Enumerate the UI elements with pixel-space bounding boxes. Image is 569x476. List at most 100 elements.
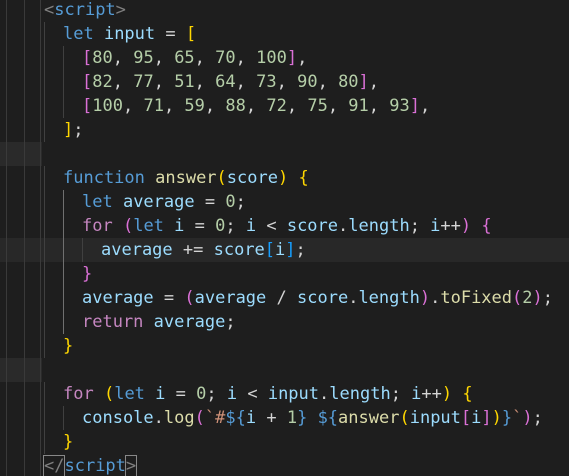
code-text: [100, 71, 59, 88, 72, 75, 91, 93], bbox=[82, 94, 430, 118]
code-token: , bbox=[235, 72, 257, 92]
code-line-19[interactable]: } bbox=[0, 430, 569, 454]
code-line-13[interactable]: average = (average / score.length).toFix… bbox=[0, 286, 569, 310]
code-token: `# bbox=[204, 408, 226, 428]
code-line-11[interactable]: average += score[i]; bbox=[0, 238, 569, 262]
indent-guide bbox=[63, 70, 64, 94]
code-line-1[interactable]: <script> bbox=[0, 0, 569, 22]
code-line-17[interactable]: for (let i = 0; i < input.length; i++) { bbox=[0, 382, 569, 406]
code-line-2[interactable]: let input = [ bbox=[0, 22, 569, 46]
code-line-8[interactable]: function answer(score) { bbox=[0, 166, 569, 190]
code-token: answer bbox=[338, 408, 400, 428]
code-line-15[interactable]: } bbox=[0, 334, 569, 358]
code-line-5[interactable]: [100, 71, 59, 88, 72, 75, 91, 93], bbox=[0, 94, 569, 118]
indent-guide bbox=[44, 286, 45, 310]
code-token: = bbox=[155, 24, 186, 44]
code-token: ( bbox=[103, 384, 115, 404]
code-token: ; bbox=[73, 120, 84, 140]
code-text: [82, 77, 51, 64, 73, 90, 80], bbox=[82, 70, 379, 94]
code-token: ++ bbox=[440, 216, 461, 236]
code-token: ; bbox=[225, 216, 246, 236]
code-token: { bbox=[298, 168, 309, 188]
indent-guide bbox=[44, 238, 45, 262]
code-line-9[interactable]: let average = 0; bbox=[0, 190, 569, 214]
code-token: [ bbox=[82, 72, 93, 92]
code-token: average bbox=[194, 288, 267, 308]
indent-guide bbox=[63, 310, 64, 334]
code-token: = bbox=[194, 192, 226, 212]
code-line-20[interactable]: </script> bbox=[0, 454, 569, 476]
code-token: = bbox=[184, 216, 216, 236]
indent-guide bbox=[44, 406, 45, 430]
code-token: ) bbox=[277, 168, 289, 188]
code-token: ( bbox=[122, 216, 134, 236]
code-token: i bbox=[245, 216, 257, 236]
code-token: += bbox=[172, 240, 214, 260]
code-text: [80, 95, 65, 70, 100], bbox=[82, 46, 307, 70]
code-line-14[interactable]: return average; bbox=[0, 310, 569, 334]
code-token: { bbox=[462, 384, 473, 404]
code-token: 71 bbox=[143, 96, 164, 116]
indent-guide bbox=[63, 94, 64, 118]
code-line-10[interactable]: for (let i = 0; i < score.length; i++) { bbox=[0, 214, 569, 238]
code-token: 64 bbox=[215, 72, 236, 92]
indent-guide bbox=[44, 310, 45, 334]
code-token: i bbox=[245, 408, 257, 428]
code-token: script bbox=[64, 456, 126, 476]
code-token: 0 bbox=[215, 216, 226, 236]
code-line-12[interactable]: } bbox=[0, 262, 569, 286]
code-token: 72 bbox=[266, 96, 287, 116]
code-token: length bbox=[329, 384, 391, 404]
code-line-4[interactable]: [82, 77, 51, 64, 73, 90, 80], bbox=[0, 70, 569, 94]
code-line-6[interactable]: ]; bbox=[0, 118, 569, 142]
code-token: script bbox=[54, 0, 116, 20]
code-token: 100 bbox=[256, 48, 287, 68]
code-token: 80 bbox=[92, 48, 113, 68]
indent-guide bbox=[63, 262, 64, 286]
code-token: [ bbox=[264, 240, 276, 260]
code-token: , bbox=[368, 96, 390, 116]
code-line-3[interactable]: [80, 95, 65, 70, 100], bbox=[0, 46, 569, 70]
code-token: i bbox=[275, 240, 286, 260]
indent-guide bbox=[63, 238, 64, 262]
code-text: for (let i = 0; i < input.length; i++) { bbox=[63, 382, 473, 406]
indent-guide bbox=[44, 118, 45, 142]
indent-guide bbox=[44, 46, 45, 70]
code-token: 70 bbox=[215, 48, 236, 68]
code-token: console bbox=[82, 408, 154, 428]
code-token: i bbox=[411, 384, 422, 404]
code-token: / bbox=[266, 288, 297, 308]
code-token: . bbox=[319, 384, 330, 404]
indent-guide bbox=[44, 94, 45, 118]
indent-guide bbox=[44, 262, 45, 286]
code-token: for bbox=[82, 216, 123, 236]
code-text: for (let i = 0; i < score.length; i++) { bbox=[82, 214, 492, 238]
code-token: } bbox=[63, 336, 74, 356]
code-token: 65 bbox=[174, 48, 195, 68]
code-token: 51 bbox=[174, 72, 195, 92]
code-line-18[interactable]: console.log(`#${i + 1} ${answer(input[i]… bbox=[0, 406, 569, 430]
code-token: } bbox=[63, 432, 74, 452]
code-token: ; bbox=[206, 384, 227, 404]
code-token: ( bbox=[399, 408, 410, 428]
code-token: . bbox=[430, 288, 441, 308]
code-token: ${ bbox=[225, 408, 246, 428]
code-token: > bbox=[115, 0, 126, 20]
code-text: return average; bbox=[82, 310, 236, 334]
code-token: ] bbox=[285, 240, 296, 260]
code-token: i bbox=[226, 384, 238, 404]
code-token: [ bbox=[82, 48, 93, 68]
code-line-7[interactable] bbox=[0, 142, 569, 166]
code-token: ) bbox=[491, 408, 502, 428]
code-token: ; bbox=[409, 216, 431, 236]
indent-guide bbox=[44, 70, 45, 94]
code-line-16[interactable] bbox=[0, 358, 569, 382]
code-token: 59 bbox=[184, 96, 205, 116]
code-token: let bbox=[82, 192, 123, 212]
code-token: [ bbox=[82, 96, 93, 116]
code-editor[interactable]: <script> let input = [[80, 95, 65, 70, 10… bbox=[0, 0, 569, 476]
code-token: function bbox=[63, 168, 156, 188]
code-token: ) bbox=[460, 216, 472, 236]
code-token: , bbox=[368, 72, 380, 92]
code-token: score bbox=[286, 216, 339, 236]
